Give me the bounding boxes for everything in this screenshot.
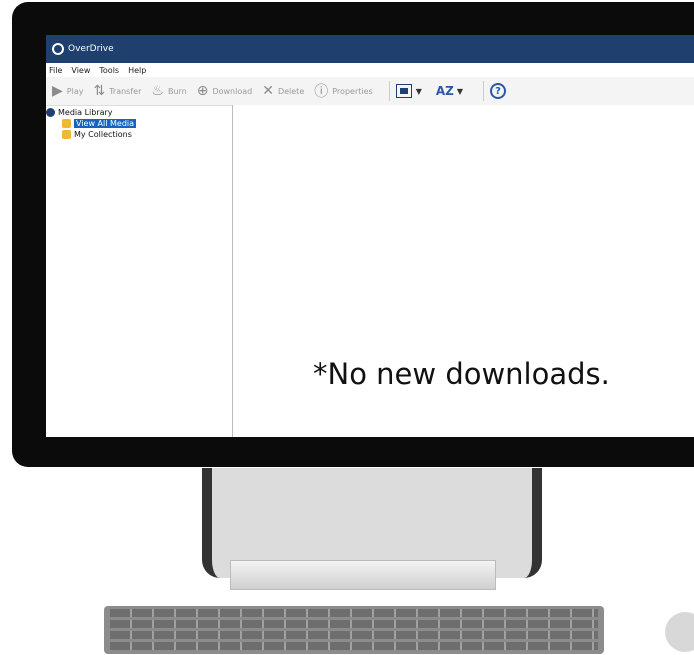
- play-icon: ▶: [52, 83, 63, 99]
- toolbar-separator: [388, 81, 390, 101]
- burn-button[interactable]: ♨ Burn: [151, 83, 186, 99]
- keyboard-row: [110, 642, 598, 650]
- stand-base: [230, 560, 496, 590]
- keyboard-row: [110, 609, 598, 617]
- chevron-down-icon: ▼: [415, 86, 422, 96]
- tree-node-my-collections[interactable]: My Collections: [46, 129, 232, 140]
- delete-button[interactable]: ✕ Delete: [262, 83, 304, 99]
- flame-icon: ♨: [151, 83, 164, 99]
- delete-icon: ✕: [262, 83, 274, 99]
- overdrive-logo-icon: [52, 43, 64, 55]
- download-button[interactable]: ⊕ Download: [197, 83, 253, 99]
- tree-root-label: Media Library: [58, 108, 113, 117]
- properties-label: Properties: [332, 86, 373, 96]
- download-label: Download: [212, 86, 253, 96]
- view-mode-button[interactable]: ▼: [395, 84, 426, 98]
- download-icon: ⊕: [196, 83, 209, 99]
- sort-button[interactable]: AZ ▼: [436, 84, 467, 98]
- no-downloads-note: *No new downloads.: [313, 357, 610, 391]
- play-label: Play: [66, 86, 84, 96]
- info-icon: ⓘ: [314, 84, 329, 100]
- toolbar: ▶ Play ⇅ Transfer ♨ Burn ⊕ Download ✕ De…: [46, 77, 694, 106]
- transfer-label: Transfer: [109, 86, 142, 96]
- help-icon[interactable]: ?: [490, 83, 506, 99]
- screen: OverDrive File View Tools Help ▶ Play ⇅ …: [46, 35, 694, 437]
- collections-icon: [62, 130, 71, 139]
- transfer-icon: ⇅: [93, 83, 106, 99]
- menu-bar: File View Tools Help: [46, 63, 694, 77]
- media-tree: Media Library View All Media My Collecti…: [46, 105, 233, 437]
- menu-help[interactable]: Help: [128, 66, 146, 75]
- sort-az-icon: AZ: [435, 84, 454, 98]
- keyboard-row: [110, 631, 598, 639]
- tree-node-media-library[interactable]: Media Library: [46, 107, 232, 118]
- library-icon: [46, 108, 55, 117]
- delete-label: Delete: [277, 86, 305, 96]
- keyboard-row: [110, 620, 598, 628]
- menu-tools[interactable]: Tools: [99, 66, 119, 75]
- media-icon: [62, 119, 71, 128]
- tree-node-view-all-media[interactable]: View All Media: [46, 118, 232, 129]
- transfer-button[interactable]: ⇅ Transfer: [93, 83, 141, 99]
- media-list-pane: *No new downloads.: [233, 105, 694, 437]
- play-button[interactable]: ▶ Play: [52, 83, 83, 99]
- tree-item-label: View All Media: [74, 119, 137, 128]
- keyboard: [104, 606, 604, 654]
- menu-view[interactable]: View: [71, 66, 90, 75]
- tree-item-label: My Collections: [74, 130, 132, 139]
- toolbar-separator-2: [483, 81, 484, 101]
- mouse: [665, 612, 694, 652]
- monitor-frame: OverDrive File View Tools Help ▶ Play ⇅ …: [12, 2, 694, 467]
- burn-label: Burn: [167, 86, 187, 96]
- chevron-down-icon: ▼: [456, 86, 463, 96]
- content-area: Media Library View All Media My Collecti…: [46, 105, 694, 437]
- monitor-stand: [202, 468, 542, 590]
- window-title: OverDrive: [68, 44, 114, 54]
- title-bar: OverDrive: [46, 35, 694, 63]
- properties-button[interactable]: ⓘ Properties: [314, 81, 372, 101]
- menu-file[interactable]: File: [49, 66, 62, 75]
- grid-view-icon: [395, 84, 412, 98]
